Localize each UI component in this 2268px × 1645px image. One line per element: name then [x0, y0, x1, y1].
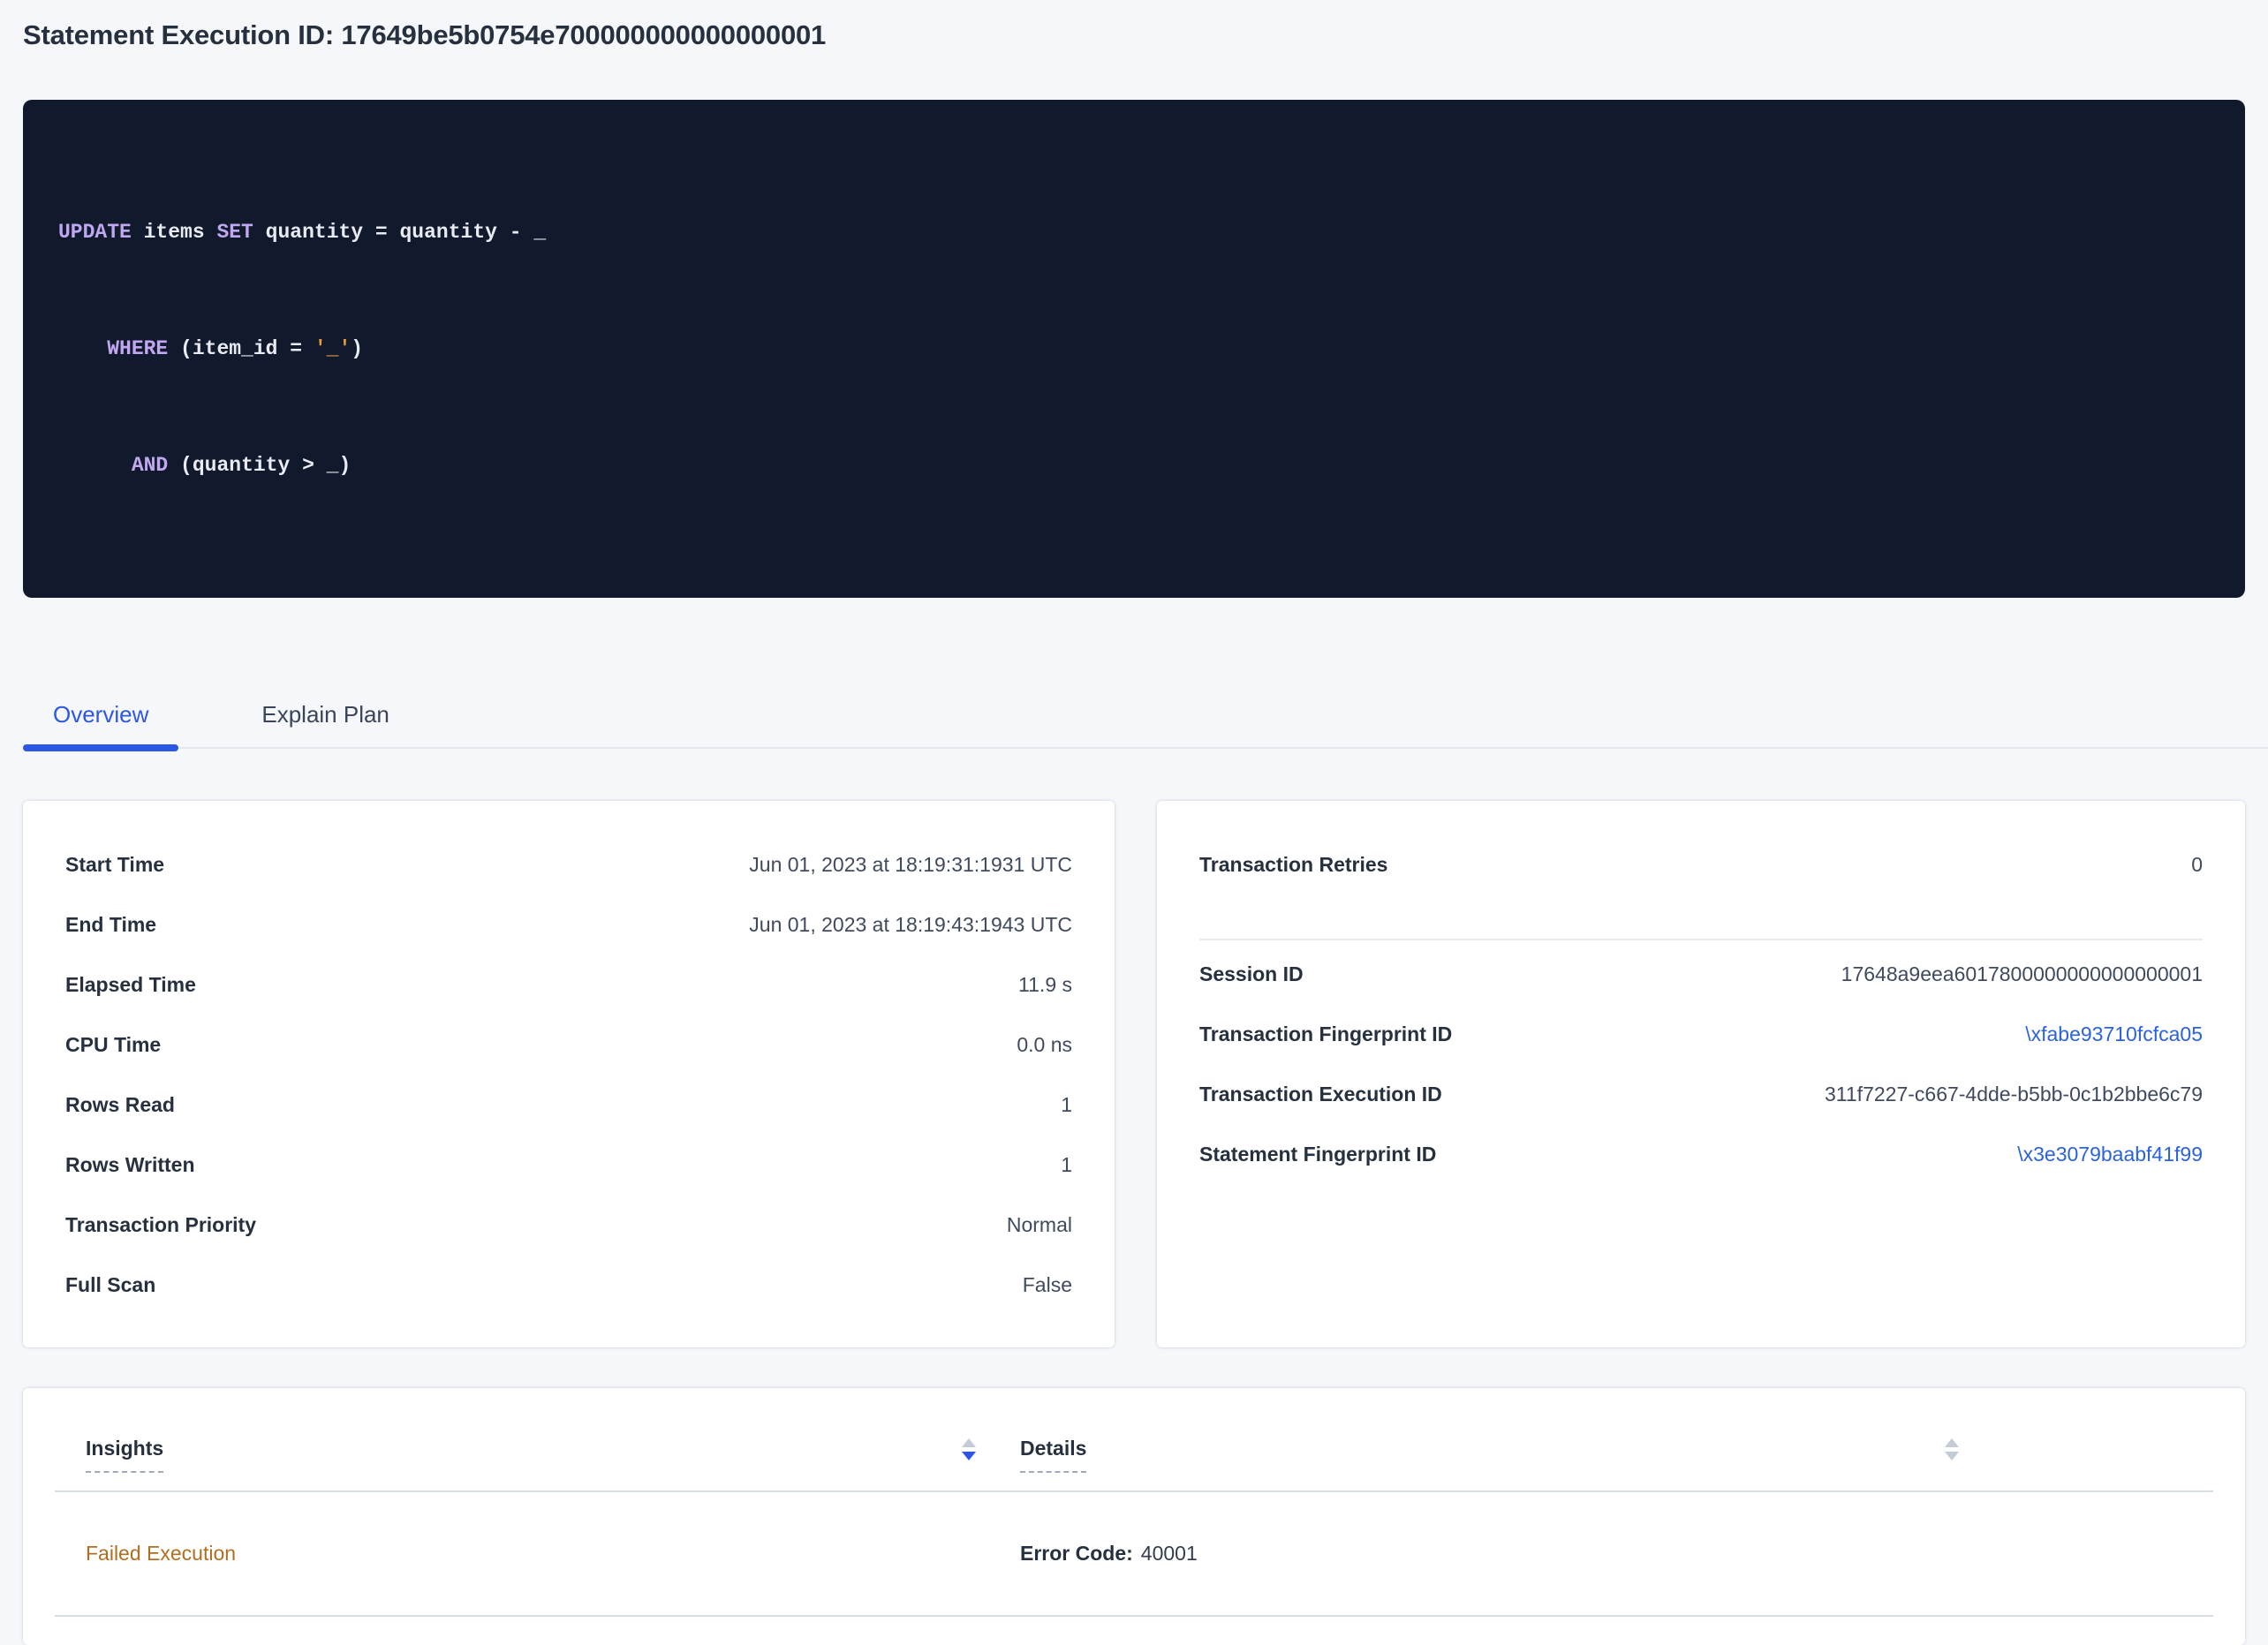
detail-value: 11.9 s — [1018, 973, 1072, 997]
insight-type-cell: Failed Execution — [55, 1542, 976, 1566]
detail-row-statement-fingerprint-id: Statement Fingerprint ID \x3e3079baabf41… — [1199, 1124, 2203, 1184]
column-header-label[interactable]: Insights — [86, 1436, 163, 1473]
tab-explain-plan[interactable]: Explain Plan — [231, 700, 420, 747]
detail-value: 311f7227-c667-4dde-b5bb-0c1b2bbe6c79 — [1825, 1083, 2203, 1106]
sql-string-literal: '_' — [314, 337, 351, 360]
statement-fingerprint-link[interactable]: \x3e3079baabf41f99 — [2017, 1143, 2203, 1166]
sql-keyword: UPDATE — [58, 221, 132, 244]
page-title: Statement Execution ID: 17649be5b0754e70… — [23, 0, 2245, 51]
detail-value: Jun 01, 2023 at 18:19:43:1943 UTC — [749, 913, 1072, 937]
detail-row-full-scan: Full Scan False — [65, 1255, 1072, 1315]
detail-row-transaction-fingerprint-id: Transaction Fingerprint ID \xfabe93710fc… — [1199, 1004, 2203, 1064]
sql-indent — [58, 337, 107, 360]
detail-row-start-time: Start Time Jun 01, 2023 at 18:19:31:1931… — [65, 834, 1072, 894]
column-header-label[interactable]: Details — [1020, 1436, 1086, 1473]
sql-indent — [58, 454, 132, 477]
detail-row-rows-read: Rows Read 1 — [65, 1075, 1072, 1135]
error-code-value: 40001 — [1141, 1542, 1198, 1565]
tab-overview[interactable]: Overview — [23, 700, 178, 747]
detail-row-cpu-time: CPU Time 0.0 ns — [65, 1015, 1072, 1075]
detail-value: False — [1023, 1273, 1072, 1297]
detail-row-transaction-retries: Transaction Retries 0 — [1199, 834, 2203, 894]
detail-row-transaction-execution-id: Transaction Execution ID 311f7227-c667-4… — [1199, 1064, 2203, 1124]
insights-table: Insights Details Failed Execution — [55, 1388, 2213, 1617]
detail-value: 1 — [1061, 1093, 1072, 1117]
page: Statement Execution ID: 17649be5b0754e70… — [0, 0, 2268, 1645]
sort-asc-icon — [1945, 1438, 1959, 1447]
detail-label: Start Time — [65, 853, 164, 877]
detail-row-transaction-priority: Transaction Priority Normal — [65, 1195, 1072, 1255]
transaction-fingerprint-link[interactable]: \xfabe93710fcfca05 — [2025, 1022, 2203, 1046]
transaction-details-card: Transaction Retries 0 Session ID 17648a9… — [1157, 801, 2245, 1347]
detail-label: Elapsed Time — [65, 973, 196, 997]
detail-label: Session ID — [1199, 962, 1304, 986]
sql-text: quantity = quantity - _ — [253, 221, 546, 244]
insights-table-card: Insights Details Failed Execution — [23, 1388, 2245, 1645]
detail-label: Rows Read — [65, 1093, 175, 1117]
detail-label: Transaction Priority — [65, 1213, 256, 1237]
detail-row-session-id: Session ID 17648a9eea6017800000000000000… — [1199, 944, 2203, 1004]
detail-label: Transaction Retries — [1199, 853, 1387, 877]
card-divider — [1199, 939, 2203, 940]
sql-text: items — [132, 221, 217, 244]
detail-label: Transaction Execution ID — [1199, 1083, 1442, 1106]
sql-text: (quantity > _) — [168, 454, 351, 477]
detail-label: Full Scan — [65, 1273, 155, 1297]
detail-row-elapsed-time: Elapsed Time 11.9 s — [65, 955, 1072, 1015]
table-row-failed-execution: Failed Execution Error Code: 40001 — [55, 1492, 2213, 1617]
summary-cards: Start Time Jun 01, 2023 at 18:19:31:1931… — [23, 801, 2245, 1347]
detail-label: Statement Fingerprint ID — [1199, 1143, 1436, 1166]
sql-line-1: UPDATE items SET quantity = quantity - _ — [58, 213, 2210, 252]
sort-asc-icon — [962, 1438, 976, 1447]
insights-table-header: Insights Details — [55, 1388, 2213, 1492]
sql-keyword: AND — [132, 454, 168, 477]
detail-value: 0.0 ns — [1017, 1033, 1072, 1057]
sql-text: ) — [351, 337, 363, 360]
detail-row-end-time: End Time Jun 01, 2023 at 18:19:43:1943 U… — [65, 894, 1072, 955]
sql-line-2: WHERE (item_id = '_') — [58, 329, 2210, 368]
detail-value: 17648a9eea6017800000000000000001 — [1841, 962, 2203, 986]
detail-label: Rows Written — [65, 1153, 195, 1177]
detail-label: CPU Time — [65, 1033, 161, 1057]
detail-label: Transaction Fingerprint ID — [1199, 1022, 1452, 1046]
column-header-insights[interactable]: Insights — [55, 1388, 976, 1473]
sort-icon-details[interactable] — [1945, 1438, 1959, 1460]
detail-value: Jun 01, 2023 at 18:19:31:1931 UTC — [749, 853, 1072, 877]
sort-desc-icon — [962, 1452, 976, 1460]
insight-details-cell: Error Code: 40001 — [976, 1542, 1978, 1566]
sql-statement-block: UPDATE items SET quantity = quantity - _… — [23, 100, 2245, 598]
detail-value: 1 — [1061, 1153, 1072, 1177]
sql-line-3: AND (quantity > _) — [58, 446, 2210, 485]
sql-keyword: WHERE — [107, 337, 168, 360]
sort-icon-insights[interactable] — [962, 1438, 976, 1460]
sql-keyword: SET — [216, 221, 253, 244]
detail-row-rows-written: Rows Written 1 — [65, 1135, 1072, 1195]
column-header-details[interactable]: Details — [976, 1388, 1978, 1473]
execution-details-card: Start Time Jun 01, 2023 at 18:19:31:1931… — [23, 801, 1115, 1347]
detail-value: 0 — [2191, 853, 2203, 877]
detail-value: Normal — [1007, 1213, 1072, 1237]
sort-desc-icon — [1945, 1452, 1959, 1460]
detail-label: End Time — [65, 913, 156, 937]
error-code-label: Error Code: — [1020, 1542, 1133, 1565]
sql-text: (item_id = — [168, 337, 314, 360]
tab-bar: Overview Explain Plan — [23, 700, 2268, 749]
